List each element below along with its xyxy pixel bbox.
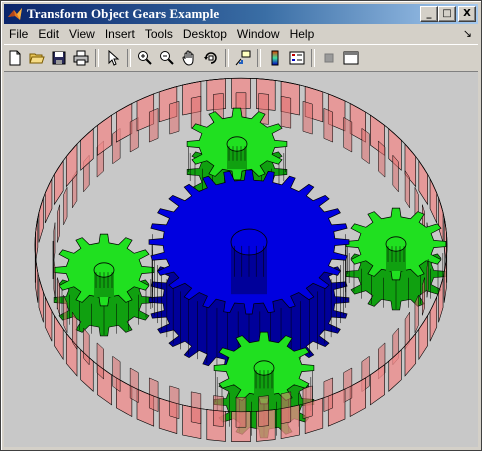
rotate-3d-icon	[204, 52, 217, 64]
window-title: Transform Object Gears Example	[27, 6, 220, 21]
menu-help[interactable]: Help	[285, 27, 320, 41]
hide-plot-tools-icon	[324, 53, 334, 63]
menu-desktop[interactable]: Desktop	[178, 27, 232, 41]
menu-view[interactable]: View	[64, 27, 100, 41]
caption-buttons: _ □ X	[420, 6, 476, 22]
zoom-out-icon	[160, 51, 174, 65]
zoom-out-button[interactable]	[156, 47, 178, 69]
insert-colorbar-button[interactable]	[264, 47, 286, 69]
legend-icon	[289, 51, 305, 65]
open-file-button[interactable]	[26, 47, 48, 69]
zoom-in-icon	[138, 51, 152, 65]
toolbar-separator	[127, 49, 131, 67]
planet-gear-right	[345, 207, 447, 311]
planet-gear-left	[53, 233, 155, 337]
title-bar[interactable]: Transform Object Gears Example _ □ X	[4, 4, 478, 24]
hide-plot-tools-button[interactable]	[318, 47, 340, 69]
data-cursor-button[interactable]	[232, 47, 254, 69]
close-icon: X	[463, 8, 471, 19]
menu-bar: File Edit View Insert Tools Desktop Wind…	[4, 25, 478, 43]
minimize-icon: _	[426, 8, 432, 19]
matlab-logo-icon	[8, 8, 22, 20]
menu-window[interactable]: Window	[232, 27, 285, 41]
arrow-cursor-icon	[108, 50, 120, 66]
save-button[interactable]	[48, 47, 70, 69]
menu-file[interactable]: File	[4, 27, 33, 41]
toolbar-separator	[225, 49, 229, 67]
dock-arrow-icon[interactable]: ↘	[463, 27, 472, 40]
toolbar-separator	[257, 49, 261, 67]
insert-legend-button[interactable]	[286, 47, 308, 69]
rotate-3d-button[interactable]	[200, 47, 222, 69]
printer-icon	[73, 50, 89, 66]
toolbar-separator	[95, 49, 99, 67]
pan-button[interactable]	[178, 47, 200, 69]
figure-window: Transform Object Gears Example _ □ X Fil…	[0, 0, 482, 451]
menu-tools[interactable]: Tools	[140, 27, 178, 41]
colorbar-icon	[271, 50, 279, 66]
open-folder-icon	[29, 53, 45, 64]
print-button[interactable]	[70, 47, 92, 69]
gears-plot[interactable]	[4, 72, 478, 447]
edit-plot-button[interactable]	[102, 47, 124, 69]
new-file-icon	[9, 50, 21, 66]
toolbar-separator	[311, 49, 315, 67]
data-cursor-icon	[235, 50, 251, 66]
menu-insert[interactable]: Insert	[100, 27, 140, 41]
figure-canvas[interactable]	[4, 72, 478, 447]
close-button[interactable]: X	[458, 6, 476, 22]
show-plot-tools-icon	[343, 51, 359, 65]
zoom-in-button[interactable]	[134, 47, 156, 69]
pan-hand-icon	[182, 50, 194, 66]
menu-edit[interactable]: Edit	[33, 27, 64, 41]
save-disk-icon	[52, 51, 66, 65]
sun-gear	[148, 169, 350, 373]
maximize-icon: □	[442, 8, 452, 19]
maximize-button[interactable]: □	[438, 6, 456, 22]
show-plot-tools-button[interactable]	[340, 47, 362, 69]
new-figure-button[interactable]	[4, 47, 26, 69]
figure-toolbar	[4, 44, 478, 72]
minimize-button[interactable]: _	[420, 6, 438, 22]
